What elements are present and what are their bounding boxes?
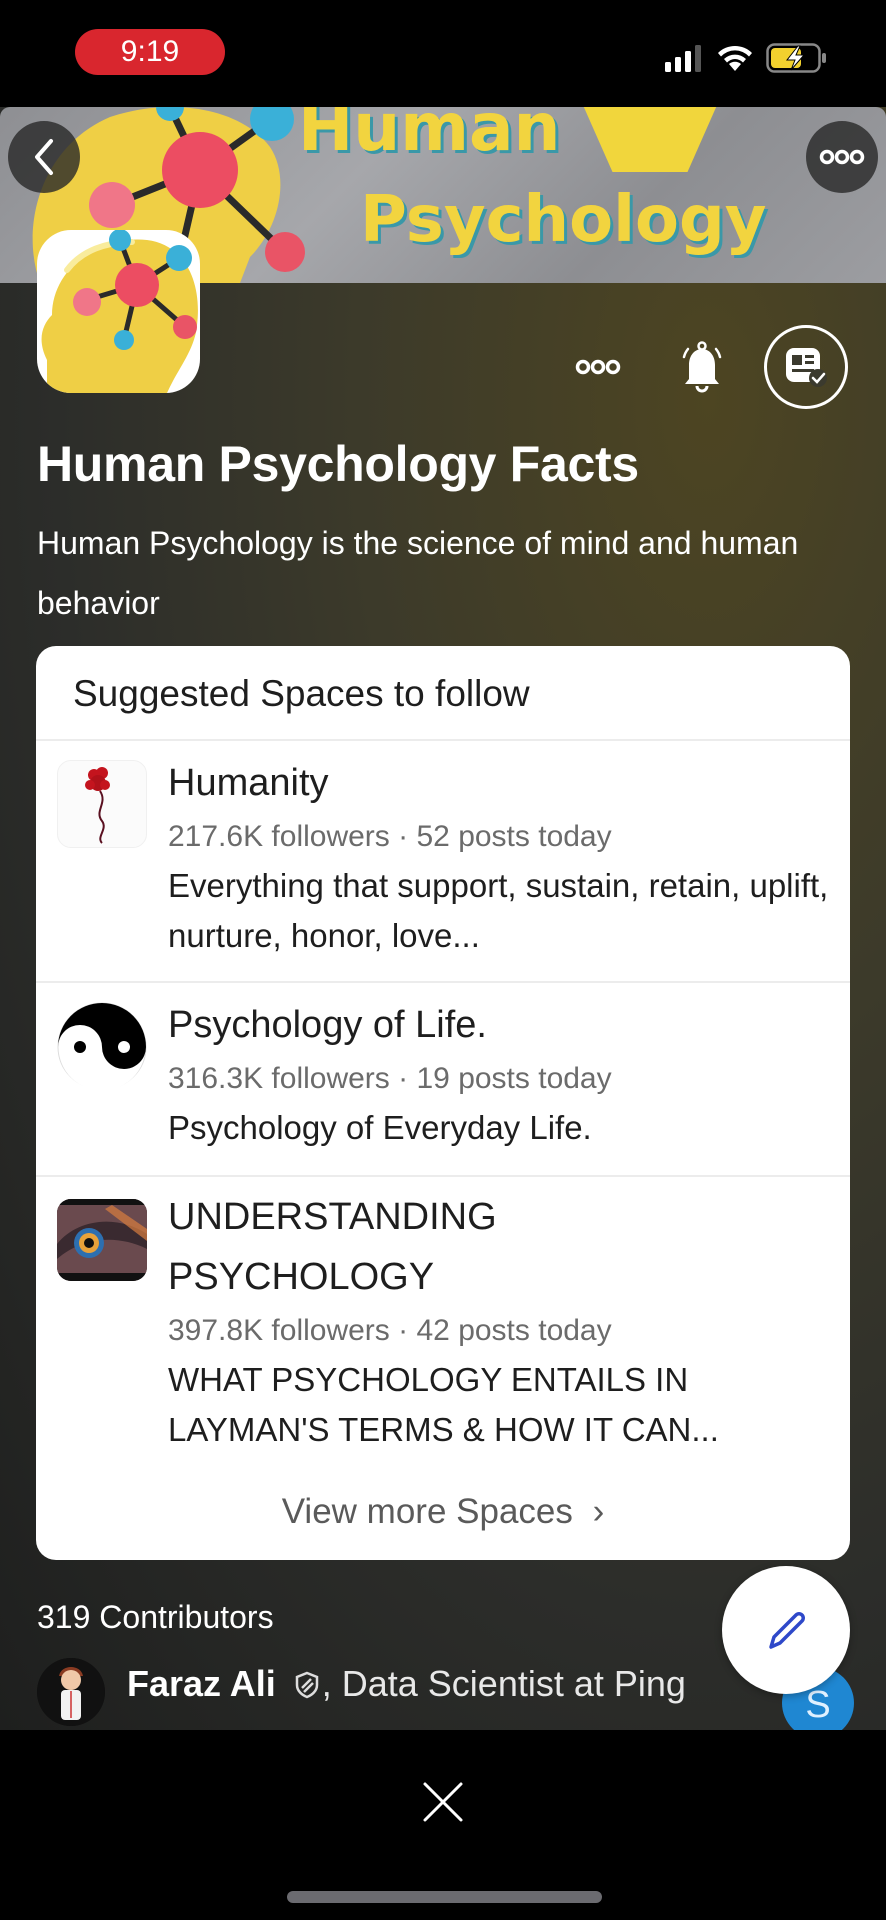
close-icon [423,1782,463,1822]
meta-separator: · [398,1062,409,1095]
chevron-right-icon: › [592,1492,605,1531]
suggested-space-item[interactable]: UNDERSTANDING PSYCHOLOGY 397.8K follower… [36,1177,850,1467]
space-followers: 217.6K followers [168,820,390,853]
space-icon-understanding-psychology [57,1199,147,1281]
more-horizontal-icon [819,149,865,165]
space-followers: 316.3K followers [168,1062,390,1095]
space-meta: 217.6K followers · 52 posts today [168,813,830,861]
space-name[interactable]: Humanity [168,753,830,813]
banner-word-2: Psychology [360,183,767,257]
space-title: Human Psychology Facts [37,436,639,492]
yin-yang-icon [57,1002,147,1090]
suggested-space-item[interactable]: Humanity 217.6K followers · 52 posts tod… [36,741,850,983]
contributor-text: Faraz Ali , Data Scientist at Ping [127,1663,686,1705]
space-description: Everything that support, sustain, retain… [168,867,829,954]
suggested-space-item[interactable]: Psychology of Life. 316.3K followers · 1… [36,983,850,1177]
suggested-spaces-header: Suggested Spaces to follow [36,646,850,741]
space-posts-today: 19 posts today [416,1062,612,1095]
flower-icon [85,767,110,844]
close-button[interactable] [419,1778,467,1826]
avatar[interactable] [37,1658,105,1726]
suggested-spaces-card: Suggested Spaces to follow Humanity 217.… [36,646,850,1560]
space-posts-today: 52 posts today [416,820,612,853]
view-more-label: View more Spaces [281,1492,573,1531]
space-more-button[interactable] [565,345,631,389]
avatar-image [37,1658,105,1726]
eye-image-icon [57,1199,147,1281]
pencil-icon [769,1612,805,1649]
view-more-spaces-button[interactable]: View more Spaces › [36,1470,850,1560]
following-check-icon [786,348,827,387]
bell-icon [682,341,722,393]
meta-separator: · [398,820,409,853]
back-button[interactable] [8,121,80,193]
space-description: Human Psychology is the science of mind … [37,525,799,621]
space-name[interactable]: UNDERSTANDING PSYCHOLOGY [168,1187,548,1307]
status-bar: 9:19 [0,0,886,107]
banner-word-1: Human [298,107,561,166]
cellular-signal-icon [665,45,701,72]
meta-separator: · [398,1314,409,1347]
space-name[interactable]: Psychology of Life. [168,995,830,1055]
contributor-name[interactable]: Faraz Ali [127,1663,276,1704]
banner-more-button[interactable] [806,121,878,193]
space-icon-psychology-of-life [57,1002,147,1090]
space-actions [0,325,886,409]
space-description: Psychology of Everyday Life. [168,1109,592,1146]
more-horizontal-icon [575,359,621,375]
space-followers: 397.8K followers [168,1314,390,1347]
space-meta: 397.8K followers · 42 posts today [168,1307,830,1355]
space-icon-humanity [57,760,147,848]
banner-hexagon [575,107,725,172]
space-page: Human Psychology Human Psychology Facts … [0,107,886,1730]
chevron-left-icon [35,139,53,175]
status-time: 9:19 [75,29,225,75]
contributors-count: 319 Contributors [37,1599,274,1635]
status-icons [664,40,828,76]
wifi-icon [718,45,752,71]
contributor-credential: , Data Scientist at Ping [321,1663,686,1704]
following-button[interactable] [764,325,848,409]
notifications-button[interactable] [672,337,732,397]
space-description: WHAT PSYCHOLOGY ENTAILS IN LAYMAN'S TERM… [168,1361,719,1448]
compose-button[interactable] [722,1566,850,1694]
battery-charging-icon [766,43,826,73]
home-indicator[interactable] [287,1891,602,1903]
space-meta: 316.3K followers · 19 posts today [168,1055,830,1103]
shield-icon [295,1671,318,1699]
space-posts-today: 42 posts today [416,1314,612,1347]
